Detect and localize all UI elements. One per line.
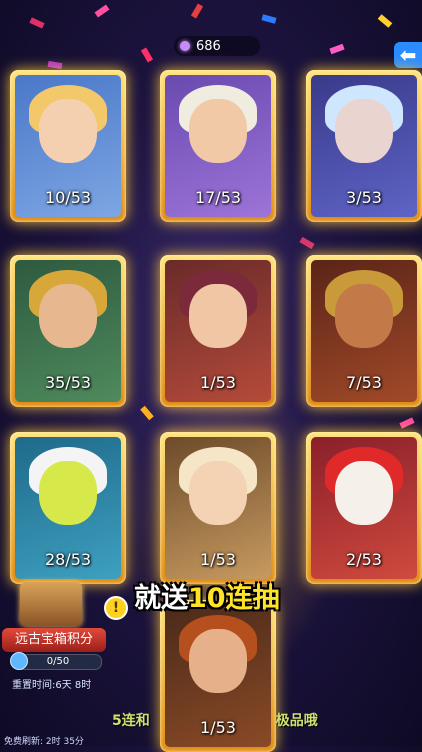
confetti [94,4,110,18]
ancient-chest-icon[interactable] [20,582,82,626]
hero-masked-ninja-icon: 28/53 [15,437,121,579]
hero-blonde-mage-icon: 10/53 [15,75,121,217]
hero-golden-priestess-icon: 1/53 [165,437,271,579]
hero-card[interactable]: 2/53 [306,432,422,584]
free-refresh-timer: 免费刷新: 2时 35分 [4,737,84,747]
promo-left: 5连和 [112,713,150,729]
back-button[interactable]: ⬅ [394,42,422,68]
hero-bearded-sage-icon: 17/53 [165,75,271,217]
promo-banner: 就送10连抽 [134,580,334,618]
points-gem-icon [10,652,28,670]
hero-card[interactable]: 1/53 [160,255,276,407]
hero-card[interactable]: 7/53 [306,255,422,407]
info-icon[interactable]: ! [104,596,128,620]
shard-count: 17/53 [194,188,242,207]
shard-count: 3/53 [346,188,382,207]
confetti [47,60,63,70]
hero-card[interactable]: 1/53 [160,432,276,584]
gem-icon [180,41,190,51]
reset-time-text: 重置时间:6天 8时 [12,680,92,691]
banner-prefix: 就送 [134,583,188,614]
shard-count: 28/53 [44,550,92,569]
shard-count: 35/53 [44,373,92,392]
currency-value: 686 [196,38,221,54]
hero-card[interactable]: 28/53 [10,432,126,584]
shard-count: 10/53 [44,188,92,207]
confetti [190,3,204,19]
hero-ice-warrior-icon: 3/53 [311,75,417,217]
promo-line: 5连和 极品哦 [112,710,362,730]
hero-santa-icon: 2/53 [311,437,417,579]
shard-count: 2/53 [346,550,382,569]
hero-card[interactable]: 35/53 [10,255,126,407]
hero-monkey-king-icon: 7/53 [311,260,417,402]
hero-pharaoh-queen-icon: 35/53 [15,260,121,402]
chest-points-title: 远古宝箱积分 [2,628,106,652]
banner-highlight: 10连抽 [188,583,280,614]
confetti [140,47,154,63]
confetti [377,14,393,28]
hero-card[interactable]: 17/53 [160,70,276,222]
hero-card[interactable]: 10/53 [10,70,126,222]
shard-count: 1/53 [200,550,236,569]
back-arrow-icon: ⬅ [399,43,417,67]
confetti [140,405,154,421]
shard-count: 7/53 [346,373,382,392]
hero-headband-fighter-icon: 1/53 [165,260,271,402]
confetti [261,14,277,24]
confetti [399,417,415,429]
confetti [299,236,315,250]
hero-card[interactable]: 3/53 [306,70,422,222]
confetti [329,43,345,55]
currency-display: 686 [174,36,260,56]
confetti [29,17,45,29]
shard-count: 1/53 [200,373,236,392]
promo-right: 极品哦 [275,713,318,729]
